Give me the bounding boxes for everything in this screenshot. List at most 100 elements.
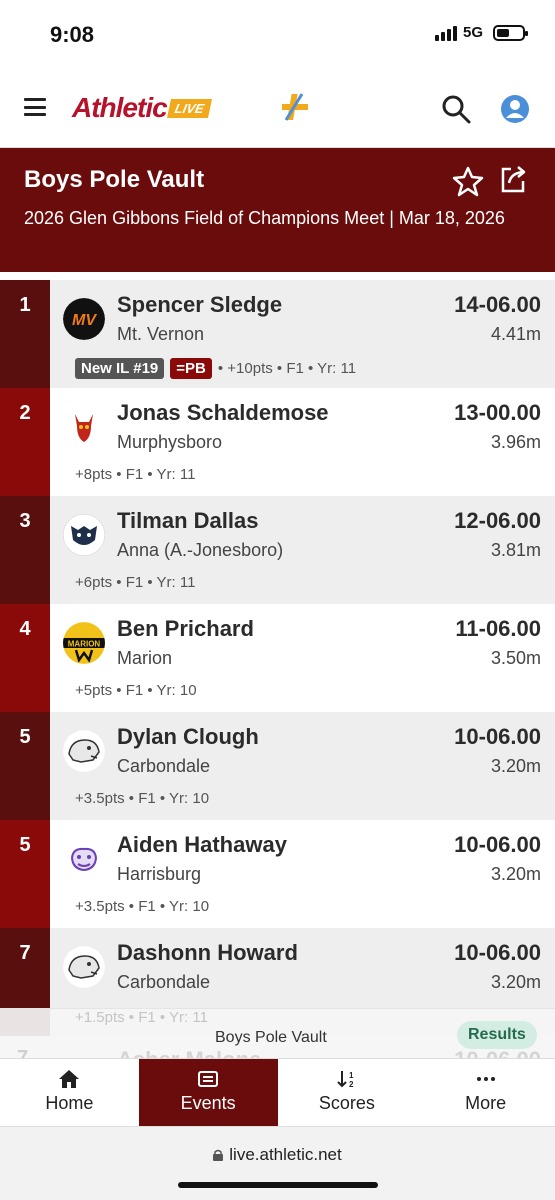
team-name[interactable]: Murphysboro (117, 432, 222, 453)
logo-badge: LIVE (166, 98, 212, 118)
result-row[interactable]: 5 Aiden Hathaway Harrisburg 10-06.00 3.2… (0, 820, 555, 928)
result-meta: +3.5pts • F1 • Yr: 10 (75, 898, 209, 915)
browser-url-bar: live.athletic.net (0, 1126, 555, 1200)
home-indicator (178, 1182, 378, 1188)
network-label: 5G (462, 24, 483, 41)
nav-home-label: Home (45, 1093, 94, 1113)
result-details: • +10pts • F1 • Yr: 11 (217, 360, 357, 377)
status-time: 9:08 (50, 22, 95, 47)
result-meta: +3.5pts • F1 • Yr: 10 (75, 790, 209, 807)
nav-events-label: Events (180, 1093, 236, 1113)
result-row[interactable]: 1 MV Spencer Sledge Mt. Vernon 14-06.00 … (0, 280, 555, 388)
mark-imperial: 10-06.00 (454, 724, 541, 749)
result-details: +3.5pts • F1 • Yr: 10 (75, 898, 210, 915)
mark-metric: 3.20m (490, 756, 541, 776)
athlete-name[interactable]: Aiden Hathaway (117, 832, 287, 858)
home-icon (59, 1070, 80, 1088)
team-logo-icon (63, 514, 105, 556)
nav-scores[interactable]: 1 2 Scores (278, 1059, 417, 1127)
mini-event-bar: +1.5pts • F1 • Yr: 11 7 Asher Malone 10-… (0, 1008, 555, 1072)
team-logo-icon: MARION (63, 622, 105, 664)
logo-text: Athletic (72, 92, 168, 123)
nav-more-label: More (465, 1093, 507, 1113)
nav-home[interactable]: Home (0, 1059, 139, 1127)
pb-badge: =PB (170, 358, 212, 379)
plus-icon[interactable] (280, 92, 310, 122)
sort-icon: 1 2 (337, 1071, 354, 1089)
nav-events[interactable]: Events (138, 1059, 278, 1127)
place-number: 2 (0, 388, 50, 496)
result-row[interactable]: 4 MARION Ben Prichard Marion 11-06.00 3.… (0, 604, 555, 712)
athletic-live-logo[interactable]: Athletic LIVE (72, 92, 212, 124)
mark-imperial: 11-06.00 (455, 616, 541, 641)
team-logo-icon (63, 838, 105, 880)
result-row[interactable]: 3 Tilman Dallas Anna (A.-Jonesboro) 12-0… (0, 496, 555, 604)
athlete-name[interactable]: Tilman Dallas (117, 508, 258, 534)
athlete-name[interactable]: Jonas Schaldemose (117, 400, 329, 426)
athlete-name[interactable]: Dashonn Howard (117, 940, 298, 966)
share-icon[interactable] (497, 163, 529, 195)
state-rank-badge: New IL #19 (75, 358, 165, 379)
result-details: +6pts • F1 • Yr: 11 (75, 574, 196, 591)
svg-text:2: 2 (349, 1080, 354, 1089)
nav-scores-label: Scores (318, 1093, 375, 1113)
team-name[interactable]: Anna (A.-Jonesboro) (117, 540, 283, 561)
result-row[interactable]: 2 Jonas Schaldemose Murphysboro 13-00.00… (0, 388, 555, 496)
svg-text:MV: MV (72, 312, 97, 329)
result-details: +8pts • F1 • Yr: 11 (75, 466, 196, 483)
result-meta: New IL #19 =PB • +10pts • F1 • Yr: 11 (75, 358, 356, 379)
results-button[interactable]: Results (457, 1021, 537, 1049)
team-name[interactable]: Carbondale (117, 972, 210, 993)
svg-text:1: 1 (349, 1071, 354, 1080)
mark-metric: 3.50m (490, 648, 541, 668)
result-meta: +6pts • F1 • Yr: 11 (75, 574, 195, 591)
team-name[interactable]: Mt. Vernon (117, 324, 204, 345)
result-meta: +8pts • F1 • Yr: 11 (75, 466, 195, 483)
result-row[interactable]: 5 Dylan Clough Carbondale 10-06.00 3.20m… (0, 712, 555, 820)
svg-text:MARION: MARION (68, 640, 101, 649)
mark-imperial: 13-00.00 (454, 400, 541, 425)
mini-bar-event-label: Boys Pole Vault (215, 1029, 327, 1046)
event-title: Boys Pole Vault (24, 166, 205, 193)
team-logo-icon: MV (63, 298, 105, 340)
place-number: 4 (0, 604, 50, 712)
mark-imperial: 14-06.00 (454, 292, 541, 317)
url-text: live.athletic.net (229, 1145, 342, 1164)
mark-metric: 3.20m (490, 864, 541, 884)
app-header: Athletic LIVE (0, 70, 555, 148)
hamburger-menu-icon[interactable] (24, 98, 46, 116)
athlete-name[interactable]: Spencer Sledge (117, 292, 282, 318)
lock-icon (213, 1149, 224, 1161)
mark-metric: 3.96m (490, 432, 541, 452)
mark-metric: 3.81m (490, 540, 541, 560)
search-icon[interactable] (441, 94, 471, 124)
result-meta: +5pts • F1 • Yr: 10 (75, 682, 197, 699)
url-field[interactable]: live.athletic.net (0, 1145, 555, 1165)
faded-result-details: +1.5pts • F1 • Yr: 11 (75, 1009, 208, 1026)
more-icon (476, 1077, 495, 1081)
athlete-name[interactable]: Dylan Clough (117, 724, 259, 750)
nav-more[interactable]: More (416, 1059, 555, 1127)
mark-metric: 3.20m (490, 972, 541, 992)
team-name[interactable]: Carbondale (117, 756, 210, 777)
place-number: 5 (0, 712, 50, 820)
battery-icon (493, 24, 528, 41)
event-subtitle: 2026 Glen Gibbons Field of Champions Mee… (24, 208, 505, 228)
team-name[interactable]: Marion (117, 648, 172, 669)
team-name[interactable]: Harrisburg (117, 864, 201, 885)
list-icon (198, 1071, 219, 1087)
star-icon[interactable] (452, 165, 484, 197)
team-logo-icon (63, 946, 105, 988)
results-list: 1 MV Spencer Sledge Mt. Vernon 14-06.00 … (0, 280, 555, 1036)
result-details: +5pts • F1 • Yr: 10 (75, 682, 197, 699)
signal-icon (434, 25, 457, 41)
mark-imperial: 10-06.00 (454, 832, 541, 857)
place-number: 3 (0, 496, 50, 604)
mark-imperial: 10-06.00 (454, 940, 541, 965)
place-number: 5 (0, 820, 50, 928)
team-logo-icon (63, 730, 105, 772)
athlete-name[interactable]: Ben Prichard (117, 616, 254, 642)
account-icon[interactable] (500, 94, 530, 124)
place-number: 1 (0, 280, 50, 388)
team-logo-icon (63, 406, 105, 448)
